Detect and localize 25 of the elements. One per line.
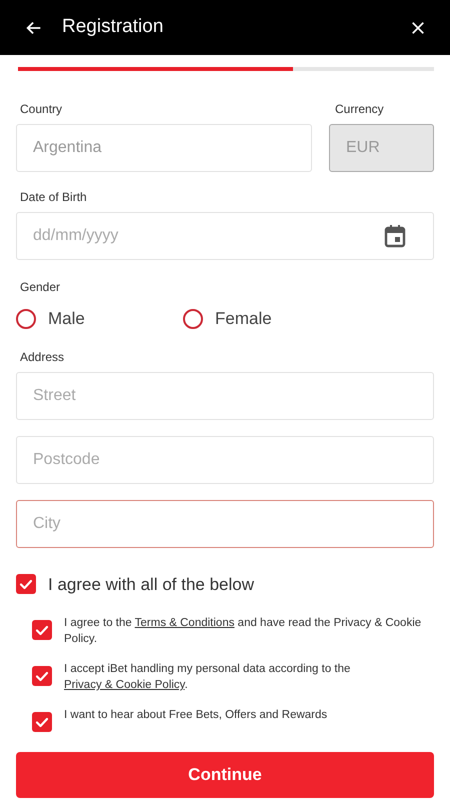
consent-text: I accept iBet handling my personal data according to the Privacy & Cookie Policy.: [64, 662, 352, 693]
field-label: Date of Birth: [20, 189, 88, 206]
field-label: Currency: [335, 101, 385, 118]
field-label: Gender: [20, 279, 62, 296]
radio-button[interactable]: [16, 308, 36, 329]
continue-button[interactable]: Continue: [16, 752, 434, 798]
radio-button[interactable]: [183, 308, 203, 329]
field-label: Country: [20, 101, 64, 118]
address-field[interactable]: City: [16, 500, 434, 548]
checkbox-label[interactable]: I agree with all of the below: [48, 572, 254, 597]
policy-link[interactable]: Terms & Conditions: [134, 617, 234, 629]
policy-link[interactable]: Privacy & Cookie Policy: [64, 679, 185, 691]
radio-label[interactable]: Male: [48, 306, 85, 332]
radio-label[interactable]: Female: [215, 306, 272, 332]
checkbox[interactable]: [32, 666, 52, 686]
calendar-icon[interactable]: [384, 224, 406, 248]
consent-text: I agree to the Terms & Conditions and have read the Privacy & Cookie Policy.: [64, 616, 422, 647]
field-label: Address: [20, 348, 66, 366]
checkbox[interactable]: [32, 620, 52, 640]
checkbox[interactable]: [16, 574, 36, 594]
consent-text: I want to hear about Free Bets, Offers and Rewards: [64, 708, 328, 723]
checkbox[interactable]: [32, 712, 52, 732]
date-field[interactable]: dd/mm/yyyy: [16, 212, 434, 260]
header-title: Registration: [62, 15, 164, 40]
close-icon[interactable]: [410, 20, 426, 36]
